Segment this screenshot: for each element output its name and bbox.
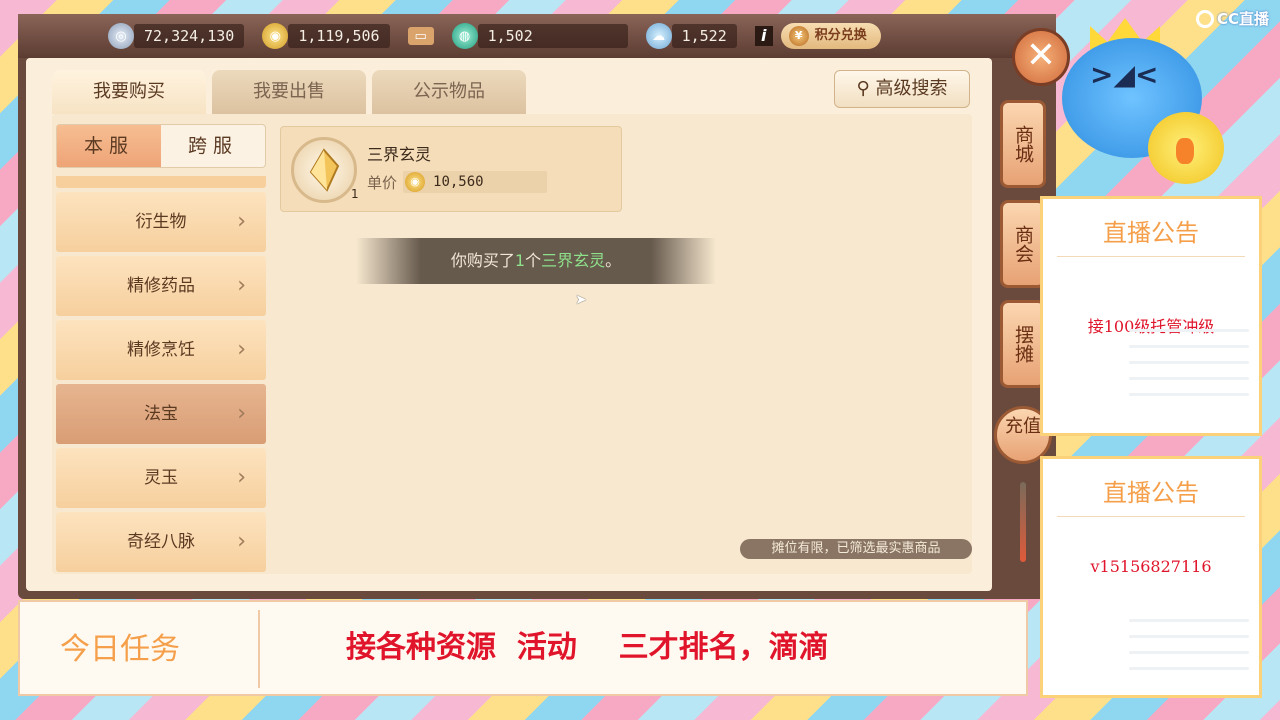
cloud-value: 1,522 <box>671 24 737 48</box>
unit-price-value: 10,560 <box>433 174 484 190</box>
gold-value: 1,119,506 <box>288 24 390 48</box>
mouse-cursor-icon: ➤ <box>575 292 587 308</box>
ticket-resource[interactable]: ▭ <box>407 23 434 49</box>
advanced-search-label: 高级搜索 <box>875 78 948 99</box>
tab-public-items[interactable]: 公示物品 <box>372 70 526 114</box>
cross-server-button[interactable]: 跨服 <box>161 125 265 167</box>
daily-task-text: 接各种资源 活动 三才排名，滴滴 <box>346 630 829 665</box>
stream-notice-1: 直播公告 接100级托管冲级 <box>1040 196 1262 436</box>
cloud-resource: ☁ 1,522 <box>645 23 737 49</box>
category-label: 精修烹饪 <box>127 340 195 360</box>
jade-value: 1,502 <box>477 24 628 48</box>
chevron-right-icon: › <box>237 273 246 298</box>
purchase-toast: 你购买了1个三界玄灵。 <box>356 238 716 284</box>
cc-live-logo: CC直播 <box>1196 8 1269 29</box>
stall-limit-tip: 摊位有限，已筛选最实惠商品 <box>740 539 972 559</box>
notice-title: 直播公告 <box>1103 219 1199 247</box>
notice-divider <box>1057 256 1245 257</box>
gold-resource: ◉ 1,119,506 <box>262 23 390 49</box>
trade-panel: 我要购买 我要出售 公示物品 ⚲ 高级搜索 本服 跨服 衍生物 › 精修药品 ›… <box>26 58 992 591</box>
notice-body: v15156827116 <box>1090 557 1212 576</box>
tab-sell[interactable]: 我要出售 <box>212 70 366 114</box>
laughing-face-icon: >◢< <box>1090 58 1159 91</box>
category-label: 衍生物 <box>135 212 187 232</box>
category-label: 灵玉 <box>144 468 178 488</box>
ticket-icon[interactable]: ▭ <box>407 27 434 45</box>
toast-unit: 个 <box>525 251 542 270</box>
category-item[interactable]: 灵玉 › <box>56 448 266 508</box>
local-server-button[interactable]: 本服 <box>57 125 161 167</box>
server-toggle: 本服 跨服 <box>56 124 266 168</box>
category-item[interactable]: 衍生物 › <box>56 192 266 252</box>
category-item[interactable]: 精修药品 › <box>56 256 266 316</box>
money-bag-icon: ¥ <box>788 26 809 46</box>
info-icon[interactable]: i <box>754 26 773 46</box>
category-label: 奇经八脉 <box>127 532 195 552</box>
category-label: 法宝 <box>144 404 178 424</box>
stream-notice-2: 直播公告 v15156827116 <box>1040 456 1262 698</box>
category-list: 衍生物 › 精修药品 › 精修烹饪 › 法宝 › 灵玉 › 奇经八脉 › <box>56 176 266 578</box>
item-listing-card[interactable]: 1 三界玄灵 单价 ◉ 10,560 <box>280 126 622 212</box>
category-label: 精修药品 <box>127 276 195 296</box>
item-name: 三界玄灵 <box>367 145 432 164</box>
category-item[interactable]: 奇经八脉 › <box>56 512 266 572</box>
chevron-right-icon: › <box>237 209 246 234</box>
category-item-selected[interactable]: 法宝 › <box>56 384 266 444</box>
category-list-top-stub <box>56 176 266 188</box>
points-exchange-label: 积分兑换 <box>814 28 867 43</box>
duck-beak-icon <box>1176 138 1194 164</box>
cc-logo-icon <box>1196 9 1214 28</box>
silver-value: 72,324,130 <box>134 24 245 48</box>
silver-resource: ◎ 72,324,130 <box>108 23 245 49</box>
price-box: ◉ 10,560 <box>403 171 548 193</box>
gold-coin-icon: ◉ <box>405 172 426 192</box>
chevron-right-icon: › <box>237 465 246 490</box>
daily-task-title: 今日任务 <box>60 632 180 667</box>
notice-title: 直播公告 <box>1103 479 1199 507</box>
jade-resource: ◍ 1,502 <box>451 23 628 49</box>
search-icon: ⚲ <box>856 78 870 99</box>
cloud-token-icon: ☁ <box>645 23 672 49</box>
unit-price-label: 单价 <box>367 173 398 192</box>
close-button[interactable]: ✕ <box>1012 28 1070 86</box>
daily-task-bar: 今日任务 接各种资源 活动 三才排名，滴滴 <box>18 600 1028 696</box>
toast-suffix: 。 <box>605 251 622 270</box>
shop-mall-button[interactable]: 商城 <box>1000 100 1046 188</box>
toast-prefix: 你购买了 <box>450 251 515 270</box>
game-window: ◎ 72,324,130 ◉ 1,119,506 ▭ ◍ 1,502 ☁ 1,5… <box>18 14 1070 599</box>
points-exchange-button[interactable]: ¥ 积分兑换 <box>780 23 881 49</box>
toast-item: 三界玄灵 <box>541 251 606 270</box>
chevron-right-icon: › <box>237 401 246 426</box>
chevron-right-icon: › <box>237 337 246 362</box>
notice-divider <box>1057 516 1245 517</box>
silver-coin-icon: ◎ <box>108 23 134 49</box>
notice-decoration <box>1129 329 1249 409</box>
gold-coin-icon: ◉ <box>262 23 289 49</box>
task-divider <box>258 610 260 688</box>
tassel-decoration <box>1020 482 1026 562</box>
toast-count: 1 <box>514 251 526 270</box>
resource-bar: ◎ 72,324,130 ◉ 1,119,506 ▭ ◍ 1,502 ☁ 1,5… <box>18 14 1056 58</box>
item-price-row: 单价 ◉ 10,560 <box>367 171 548 193</box>
notice-decoration <box>1129 619 1249 683</box>
cc-logo-text: CC直播 <box>1217 10 1270 28</box>
category-item[interactable]: 精修烹饪 › <box>56 320 266 380</box>
advanced-search-button[interactable]: ⚲ 高级搜索 <box>834 70 970 108</box>
item-quantity: 1 <box>351 187 359 201</box>
chevron-right-icon: › <box>237 529 246 554</box>
jade-ring-icon: ◍ <box>451 23 478 49</box>
crystal-icon <box>291 137 357 203</box>
tab-buy[interactable]: 我要购买 <box>52 70 206 114</box>
